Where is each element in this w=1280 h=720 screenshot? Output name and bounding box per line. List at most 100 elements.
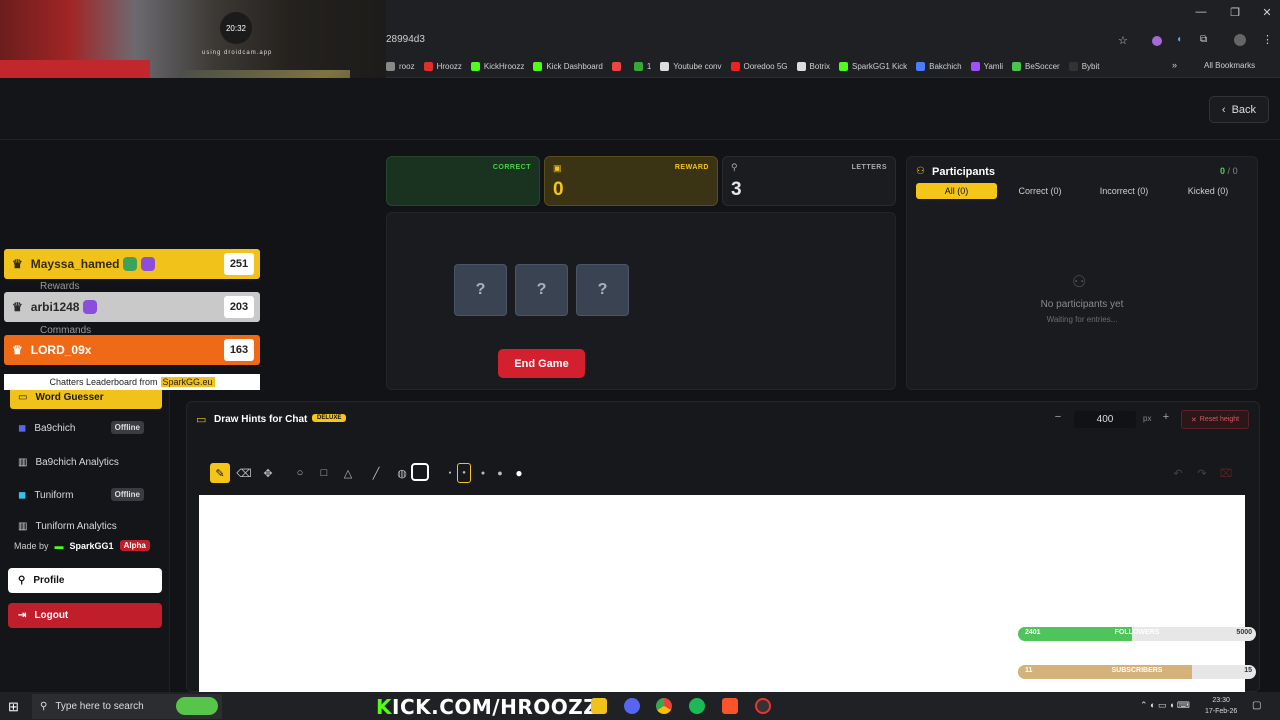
bookmark-item[interactable]: Ooredoo 5G: [730, 62, 788, 71]
bookmark-item[interactable]: [611, 62, 625, 71]
end-game-button[interactable]: End Game: [498, 349, 585, 378]
discord-icon[interactable]: [624, 698, 640, 714]
menu-icon[interactable]: ⋮: [1262, 33, 1273, 46]
star-icon[interactable]: ☆: [1118, 34, 1128, 47]
extension-icon[interactable]: [1152, 36, 1162, 46]
audio-icon[interactable]: ◖: [1176, 34, 1182, 45]
spark-icon: ▬: [54, 540, 64, 551]
bookmark-item[interactable]: BeSoccer: [1012, 62, 1060, 71]
bookmark-item[interactable]: Youtube conv: [660, 62, 722, 71]
tray-icons[interactable]: ⌃ ◐ ▭ ◖ ⌨: [1140, 700, 1190, 711]
spotify-icon[interactable]: [689, 698, 705, 714]
followers-goal: 2401 FOLLOWERS 5000: [1018, 627, 1256, 641]
sidebar-item-label: Tuniform: [34, 489, 74, 501]
puzzle-icon[interactable]: ⧉: [1200, 34, 1207, 45]
letters-card: ⚲ LETTERS 3: [722, 156, 896, 206]
notification-icon[interactable]: ▢: [1252, 700, 1261, 711]
tab-all[interactable]: All (0): [916, 183, 997, 199]
alpha-badge: Alpha: [119, 540, 150, 551]
chevron-right-icon[interactable]: »: [1172, 60, 1177, 70]
minimize-icon[interactable]: —: [1194, 6, 1208, 18]
logout-icon: ⇥: [18, 610, 27, 621]
app-header: [0, 78, 1280, 140]
maximize-icon[interactable]: ❐: [1228, 6, 1242, 19]
bookmark-label: 1: [646, 62, 652, 71]
leaderboard-name: Mayssa_hamed: [30, 257, 120, 271]
goal-label: SUBSCRIBERS: [1111, 667, 1163, 674]
decrease-height-button[interactable]: −: [1048, 411, 1068, 428]
bookmark-item[interactable]: Yamli: [970, 62, 1003, 71]
windows-icon[interactable]: ⊞: [8, 699, 19, 715]
letter-box: ?: [515, 264, 568, 316]
url-text[interactable]: 28994d3: [386, 34, 425, 45]
color-swatch[interactable]: [411, 463, 429, 481]
back-button[interactable]: ‹ Back: [1209, 96, 1269, 123]
bookmark-item[interactable]: 1: [633, 62, 652, 71]
circle-icon[interactable]: ○: [290, 463, 310, 483]
bookmark-label: SparkGG1 Kick: [851, 62, 908, 71]
sidebar-item-ba9chich[interactable]: ◼ Ba9chich Offline: [10, 417, 162, 439]
crown-icon: ♛: [12, 343, 23, 357]
tab-kicked[interactable]: Kicked (0): [1170, 183, 1246, 199]
trash-icon[interactable]: ⌧: [1216, 463, 1236, 483]
folder-icon[interactable]: [591, 698, 607, 714]
brave-icon[interactable]: [722, 698, 738, 714]
avatar[interactable]: [1234, 34, 1246, 46]
users-empty-icon: ⚇: [1072, 274, 1087, 291]
bookmark-item[interactable]: SparkGG1 Kick: [838, 62, 908, 71]
leaderboard-score: 251: [224, 253, 254, 275]
sidebar-item-ba9chich-analytics[interactable]: ▥ Ba9chich Analytics: [10, 451, 162, 473]
correct-label: CORRECT: [492, 164, 531, 171]
bookmark-label: rooz: [399, 62, 415, 71]
address-bar[interactable]: 28994d3 ☆ ◖ ⧉ ⋮: [386, 28, 1280, 56]
leaderboard-row: ♛ Mayssa_hamed 251: [4, 249, 260, 279]
bookmark-item[interactable]: rooz: [386, 62, 415, 71]
chrome-icon[interactable]: [656, 698, 672, 714]
profile-button[interactable]: ⚲ Profile: [8, 568, 162, 593]
bookmark-item[interactable]: Kick Dashboard: [533, 62, 603, 71]
empty-subtitle: Waiting for entries...: [1046, 315, 1118, 324]
brush-size-l[interactable]: ●: [490, 463, 510, 483]
gem-icon: [141, 257, 156, 271]
bookmark-icon: [633, 62, 643, 71]
reset-height-button[interactable]: ✕ Reset height: [1181, 410, 1249, 429]
search-placeholder: Type here to search: [55, 701, 144, 712]
users-icon: ⚇: [916, 166, 925, 177]
bookmark-item[interactable]: Hroozz: [423, 62, 462, 71]
redo-icon[interactable]: ↷: [1192, 463, 1212, 483]
taskbar-clock[interactable]: 23:30 17-Feb-26: [1205, 695, 1237, 717]
letters-value: 3: [731, 179, 742, 200]
drawing-canvas[interactable]: [199, 495, 1245, 692]
move-icon[interactable]: ✥: [258, 463, 278, 483]
chat-icon: ▭: [18, 391, 28, 403]
bookmark-item[interactable]: KickHroozz: [470, 62, 524, 71]
sidebar-item-label: Tuniform Analytics: [35, 520, 117, 532]
all-bookmarks[interactable]: All Bookmarks: [1204, 61, 1255, 70]
undo-icon[interactable]: ↶: [1168, 463, 1188, 483]
palette-icon[interactable]: ◍: [392, 463, 412, 483]
line-icon[interactable]: ╱: [366, 463, 386, 483]
logout-button[interactable]: ⇥ Logout: [8, 603, 162, 628]
bookmark-icon: [533, 62, 543, 71]
sidebar-item-tuniform[interactable]: ◼ Tuniform Offline: [10, 484, 162, 506]
pencil-icon[interactable]: ✎: [210, 463, 230, 483]
bookmark-item[interactable]: Bybit: [1068, 62, 1100, 71]
square-icon[interactable]: □: [314, 463, 334, 483]
increase-height-button[interactable]: +: [1158, 411, 1174, 428]
triangle-icon[interactable]: △: [338, 463, 358, 483]
reward-card: ▣ REWARD 0: [544, 156, 718, 206]
obs-icon[interactable]: [755, 698, 771, 714]
tab-incorrect[interactable]: Incorrect (0): [1084, 183, 1164, 199]
gem-icon: [83, 300, 98, 314]
tuniform-icon: ◼: [18, 489, 27, 501]
sidebar-item-label: Word Guesser: [35, 391, 104, 403]
brush-size-xl[interactable]: ●: [509, 463, 529, 483]
bookmark-item[interactable]: Bakchich: [916, 62, 962, 71]
close-icon[interactable]: ✕: [1260, 6, 1274, 19]
bookmark-item[interactable]: Botrix: [796, 62, 830, 71]
brush-size-s[interactable]: ●: [457, 463, 471, 483]
sidebar-item-tuniform-analytics[interactable]: ▥ Tuniform Analytics: [10, 518, 162, 534]
eraser-icon[interactable]: ⌫: [234, 463, 254, 483]
height-input[interactable]: 400: [1074, 411, 1136, 428]
tab-correct[interactable]: Correct (0): [1002, 183, 1078, 199]
